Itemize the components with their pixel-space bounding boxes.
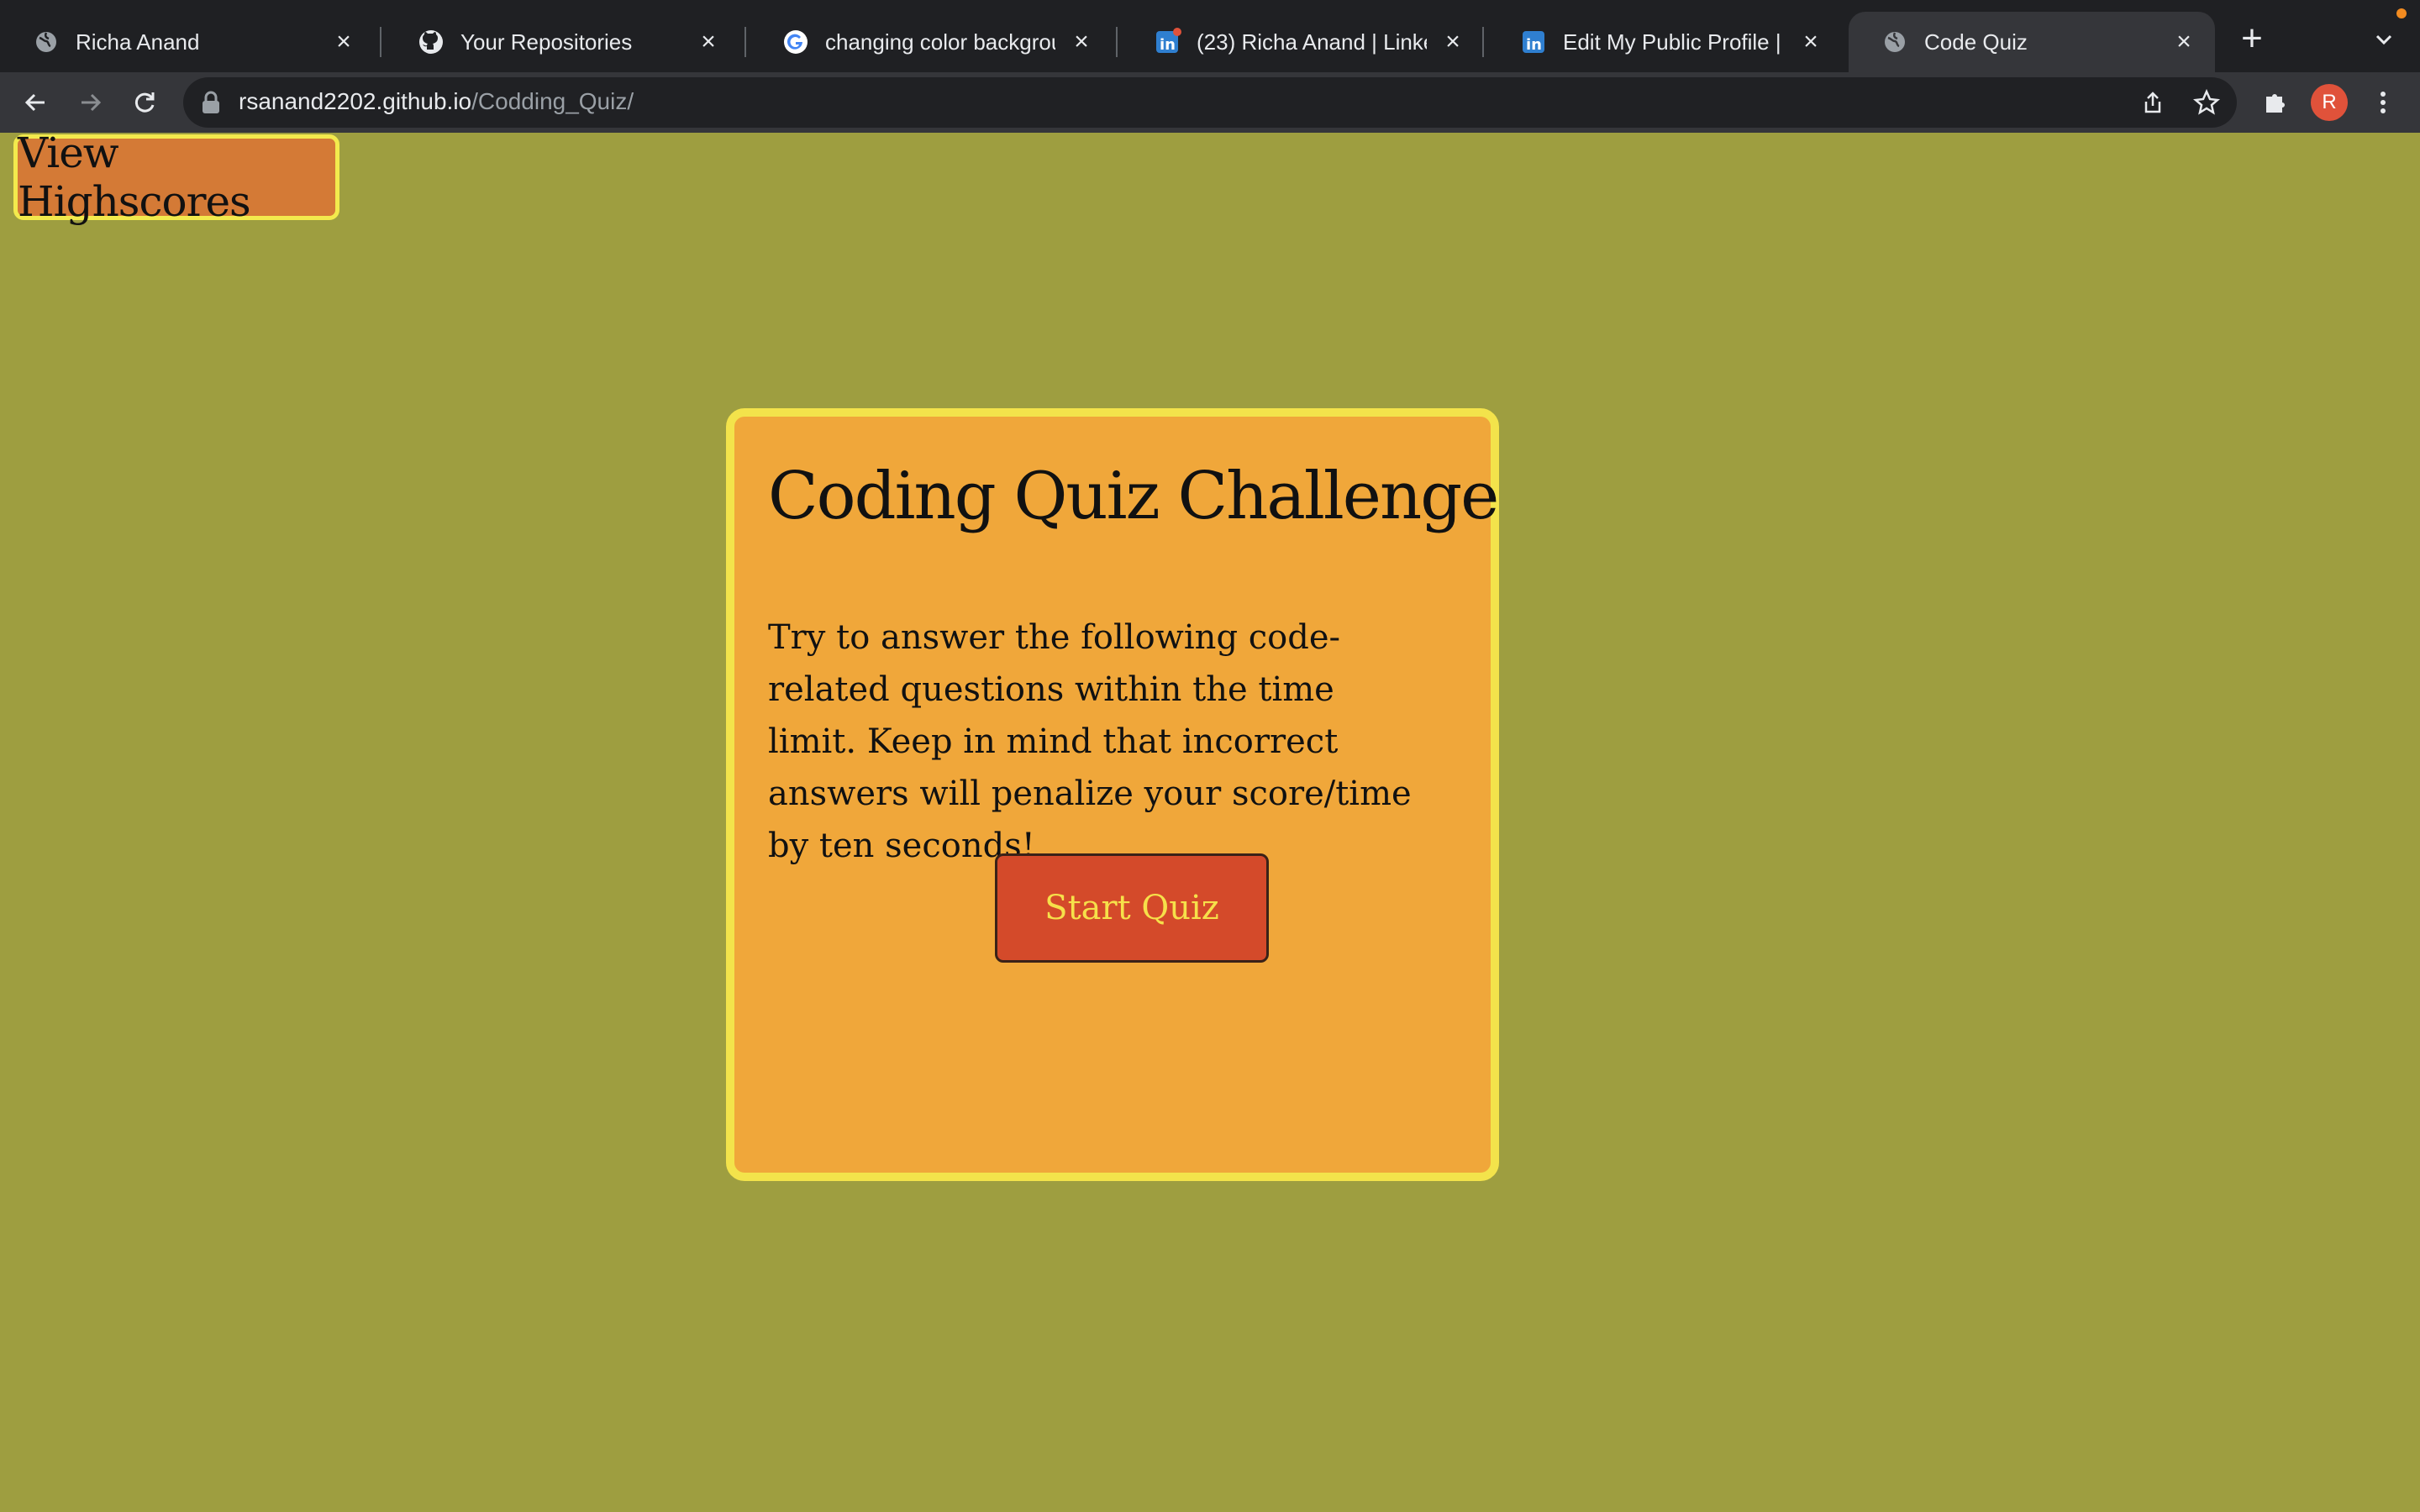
- new-tab-plus-icon[interactable]: +: [2235, 20, 2269, 57]
- share-icon[interactable]: [2136, 86, 2170, 119]
- quiz-intro-card: Coding Quiz Challenge Try to answer the …: [726, 408, 1499, 1181]
- lock-icon[interactable]: [200, 91, 222, 114]
- tab-strip: Richa Anand × Your Repositories × changi…: [0, 0, 2420, 72]
- page-viewport: View Highscores Coding Quiz Challenge Tr…: [0, 129, 2420, 1512]
- close-tab-icon[interactable]: ×: [331, 29, 356, 55]
- url-path: /Codding_Quiz/: [471, 88, 634, 114]
- google-icon: [783, 29, 808, 55]
- globe-icon: [34, 29, 59, 55]
- tab-richa-anand[interactable]: Richa Anand ×: [0, 12, 375, 72]
- close-tab-icon[interactable]: ×: [1069, 29, 1094, 55]
- tab-google-search[interactable]: changing color background ×: [750, 12, 1113, 72]
- tab-divider: [744, 27, 746, 57]
- tab-title: Code Quiz: [1924, 29, 2028, 55]
- forward-arrow-icon[interactable]: [72, 84, 109, 121]
- tab-linkedin-feed[interactable]: in (23) Richa Anand | LinkedIn ×: [1121, 12, 1484, 72]
- extensions-puzzle-icon[interactable]: [2257, 84, 2294, 121]
- tab-divider: [1116, 27, 1118, 57]
- tab-title: changing color background: [825, 29, 1055, 55]
- tab-search-chevron-icon[interactable]: [2370, 25, 2398, 54]
- back-arrow-icon[interactable]: [17, 84, 54, 121]
- browser-toolbar: rsanand2202.github.io/Codding_Quiz/ R: [0, 72, 2420, 133]
- bookmark-star-icon[interactable]: [2190, 86, 2223, 119]
- tab-title: Richa Anand: [76, 29, 200, 55]
- update-indicator-dot: [2396, 8, 2407, 18]
- url-host: rsanand2202.github.io: [239, 88, 472, 114]
- tab-title: Edit My Public Profile | LinkedIn: [1563, 29, 1785, 55]
- tab-title: Your Repositories: [460, 29, 633, 55]
- notification-dot: [1173, 28, 1181, 36]
- globe-icon: [1882, 29, 1907, 55]
- profile-avatar[interactable]: R: [2311, 84, 2348, 121]
- close-tab-icon[interactable]: ×: [1440, 29, 1465, 55]
- menu-kebab-icon[interactable]: [2365, 84, 2402, 121]
- quiz-description: Try to answer the following code-related…: [768, 618, 1412, 865]
- view-highscores-button[interactable]: View Highscores: [13, 129, 339, 226]
- page-title: Coding Quiz Challenge: [768, 459, 1499, 534]
- linkedin-icon: in: [1155, 28, 1181, 55]
- linkedin-icon: in: [1521, 29, 1546, 55]
- start-quiz-button[interactable]: Start Quiz: [995, 853, 1269, 963]
- tab-title: (23) Richa Anand | LinkedIn: [1197, 29, 1427, 55]
- address-bar[interactable]: rsanand2202.github.io/Codding_Quiz/: [183, 77, 2237, 128]
- github-icon: [418, 29, 444, 55]
- svg-text:in: in: [1160, 36, 1176, 54]
- url-text: rsanand2202.github.io/Codding_Quiz/: [239, 88, 634, 115]
- close-tab-icon[interactable]: ×: [2171, 29, 2196, 55]
- tab-your-repositories[interactable]: Your Repositories ×: [385, 12, 739, 72]
- svg-text:in: in: [1526, 36, 1542, 54]
- close-tab-icon[interactable]: ×: [1798, 29, 1823, 55]
- reload-icon[interactable]: [126, 84, 163, 121]
- tab-divider: [1482, 27, 1484, 57]
- tab-code-quiz[interactable]: Code Quiz ×: [1849, 12, 2215, 72]
- close-tab-icon[interactable]: ×: [696, 29, 721, 55]
- tab-linkedin-profile[interactable]: in Edit My Public Profile | LinkedIn ×: [1487, 12, 1842, 72]
- tab-divider: [380, 27, 381, 57]
